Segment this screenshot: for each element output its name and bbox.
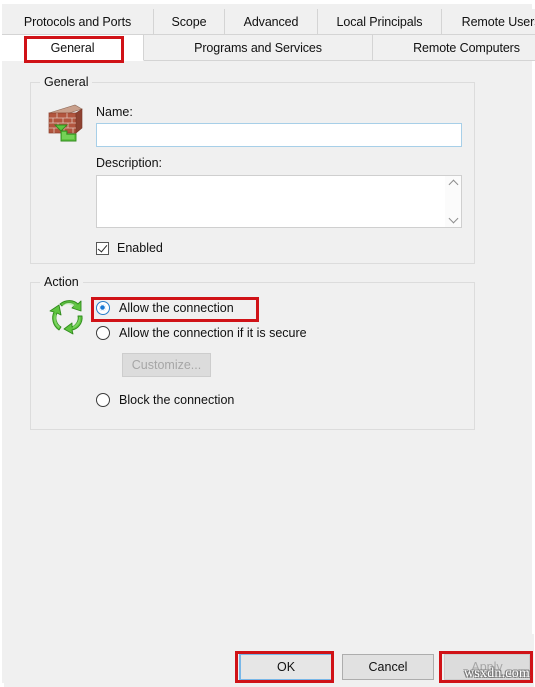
cancel-button[interactable]: Cancel: [342, 654, 434, 680]
enabled-checkbox[interactable]: Enabled: [96, 241, 163, 255]
tab-general[interactable]: General: [2, 35, 144, 61]
tab-label: Remote Computers: [413, 40, 520, 55]
allow-the-connection-radio-box[interactable]: [96, 301, 110, 315]
action-group-legend: Action: [40, 275, 83, 289]
customize-button-label: Customize...: [131, 358, 202, 372]
tab-label: Scope: [171, 14, 207, 29]
tab-label: Programs and Services: [194, 40, 322, 55]
tab-label: Advanced: [243, 14, 299, 29]
chevron-up-icon[interactable]: [449, 179, 458, 188]
firewall-rule-properties-dialog: Protocols and Ports Scope Advanced Local Pr…: [0, 0, 535, 687]
tab-label: Remote Users: [461, 14, 535, 29]
tab-page-general: General Name: Description: Enabled Actio…: [4, 61, 527, 634]
description-field-wrapper: [96, 175, 462, 228]
allow-the-connection-label: Allow the connection: [119, 301, 234, 315]
tab-label: Local Principals: [336, 14, 423, 29]
cancel-button-label: Cancel: [368, 660, 408, 674]
block-the-connection-radio-box[interactable]: [96, 393, 110, 407]
description-textarea[interactable]: [97, 176, 445, 227]
tab-remote-computers[interactable]: Remote Computers: [373, 35, 535, 61]
tab-local-principals[interactable]: Local Principals: [318, 9, 442, 35]
tab-row-1: Protocols and Ports Scope Advanced Local Pr…: [2, 9, 535, 35]
enabled-checkbox-label: Enabled: [117, 241, 163, 255]
allow-the-connection-radio[interactable]: Allow the connection: [96, 301, 234, 315]
allow-the-connection-if-secure-radio-box[interactable]: [96, 326, 110, 340]
description-label: Description:: [96, 156, 162, 170]
general-group-legend: General: [40, 75, 93, 89]
tab-label: General: [50, 40, 95, 55]
tab-label: Protocols and Ports: [23, 14, 132, 29]
tab-scope[interactable]: Scope: [154, 9, 225, 35]
tab-protocols-and-ports[interactable]: Protocols and Ports: [2, 9, 154, 35]
allow-the-connection-if-secure-radio[interactable]: Allow the connection if it is secure: [96, 326, 307, 340]
name-input[interactable]: [96, 123, 462, 147]
block-the-connection-radio[interactable]: Block the connection: [96, 393, 234, 407]
block-the-connection-label: Block the connection: [119, 393, 235, 407]
customize-button[interactable]: Customize...: [122, 353, 211, 377]
tab-programs-and-services[interactable]: Programs and Services: [144, 35, 373, 61]
enabled-checkbox-box[interactable]: [96, 241, 109, 255]
chevron-down-icon[interactable]: [449, 215, 458, 224]
ok-button[interactable]: OK: [240, 654, 332, 680]
tab-strip: Protocols and Ports Scope Advanced Local Pr…: [2, 9, 535, 61]
site-watermark: wsxdn.com: [464, 666, 530, 681]
name-label: Name:: [96, 105, 133, 119]
dialog-footer: OK Cancel Apply: [4, 634, 534, 687]
tab-remote-users[interactable]: Remote Users: [442, 9, 535, 35]
ok-button-label: OK: [276, 660, 296, 674]
allow-the-connection-if-secure-label: Allow the connection if it is secure: [119, 326, 307, 340]
description-scrollbar[interactable]: [445, 176, 461, 227]
tab-row-2: General Programs and Services Remote Compu…: [2, 35, 535, 61]
tab-advanced[interactable]: Advanced: [225, 9, 318, 35]
